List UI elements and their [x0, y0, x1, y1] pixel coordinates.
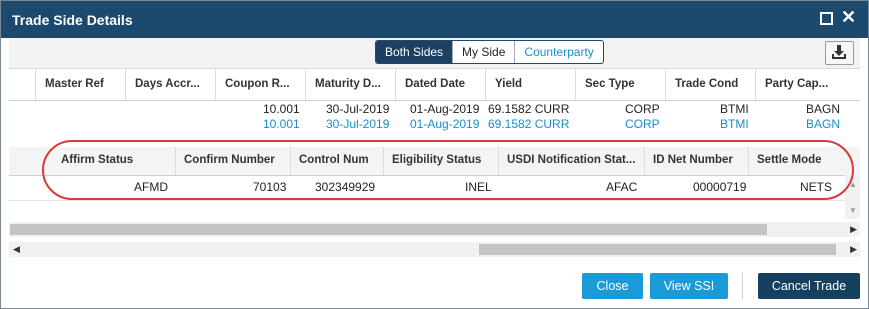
eligibility-status-value: INEL	[465, 180, 492, 194]
col-sec-type[interactable]: Sec Type	[575, 69, 665, 100]
scroll-up-icon[interactable]: ▲	[849, 180, 857, 189]
trade-side-details-window: Trade Side Details ✕ Both Sides My Side …	[0, 0, 869, 309]
close-icon[interactable]: ✕	[841, 8, 856, 26]
trade-grid-header: Master Ref Days Accr... Coupon R... Matu…	[9, 69, 860, 101]
yield-value: 69.1582 CURR	[488, 102, 570, 116]
trade-cond-value: BTMI	[720, 102, 749, 116]
close-button[interactable]: Close	[582, 273, 643, 299]
id-net-number-value: 00000719	[693, 180, 747, 194]
maturity-date-value: 30-Jul-2019	[326, 117, 390, 131]
confirm-number-value: 70103	[253, 180, 287, 194]
title-bar: Trade Side Details ✕	[1, 1, 868, 38]
coupon-rate-value: 10.001	[263, 102, 300, 116]
scroll-left-icon[interactable]: ◀	[13, 244, 20, 255]
usdi-notification-value: AFAC	[606, 180, 638, 194]
col-control-num[interactable]: Control Num	[290, 147, 383, 175]
affirm-status-value: AFMD	[134, 180, 168, 194]
col-eligibility-status[interactable]: Eligibility Status	[383, 147, 498, 175]
col-settle-mode[interactable]: Settle Mode	[748, 147, 838, 175]
view-ssi-button[interactable]: View SSI	[650, 273, 728, 299]
maturity-date-value: 30-Jul-2019	[326, 102, 390, 116]
tab-counterparty[interactable]: Counterparty	[515, 41, 602, 63]
cancel-trade-button[interactable]: Cancel Trade	[758, 273, 860, 299]
button-divider	[742, 273, 743, 299]
control-num-value: 302349929	[315, 180, 376, 194]
settle-mode-value: NETS	[800, 180, 833, 194]
vertical-scrollbar[interactable]: ▲ ▼	[845, 175, 860, 219]
col-trade-cond[interactable]: Trade Cond	[665, 69, 755, 100]
sec-type-value: CORP	[625, 117, 660, 131]
dated-date-value: 01-Aug-2019	[410, 102, 480, 116]
sec-type-value: CORP	[625, 102, 660, 116]
party-capacity-value: BAGN	[806, 102, 841, 116]
download-button[interactable]	[825, 41, 854, 65]
scroll-down-icon[interactable]: ▼	[849, 206, 857, 215]
scrollbar-thumb[interactable]	[479, 244, 836, 255]
col-coupon-rate[interactable]: Coupon R...	[215, 69, 305, 100]
status-grid-header: Affirm Status Confirm Number Control Num…	[9, 147, 860, 176]
toolbar: Both Sides My Side Counterparty	[9, 38, 860, 69]
col-days-accrued[interactable]: Days Accr...	[125, 69, 215, 100]
tab-my-side[interactable]: My Side	[453, 41, 516, 63]
coupon-rate-value: 10.001	[263, 117, 300, 131]
horizontal-scrollbar-top[interactable]: ▶	[9, 222, 860, 237]
horizontal-scrollbar-bottom[interactable]: ◀ ▶	[9, 242, 860, 257]
table-row[interactable]: AFMD 70103 302349929 INEL AFAC 00000719 …	[9, 175, 845, 201]
scroll-right-icon[interactable]: ▶	[850, 224, 857, 235]
window-title: Trade Side Details	[12, 12, 133, 28]
trade-cond-value: BTMI	[720, 117, 749, 131]
col-party-capacity[interactable]: Party Cap...	[755, 69, 845, 100]
download-icon	[832, 45, 846, 59]
col-yield[interactable]: Yield	[485, 69, 575, 100]
scroll-right-icon[interactable]: ▶	[850, 244, 857, 255]
yield-value: 69.1582 CURR	[488, 117, 570, 131]
col-id-net-number[interactable]: ID Net Number	[644, 147, 748, 175]
col-affirm-status[interactable]: Affirm Status	[53, 147, 175, 175]
col-confirm-number[interactable]: Confirm Number	[175, 147, 290, 175]
scrollbar-thumb[interactable]	[10, 224, 767, 235]
col-master-ref[interactable]: Master Ref	[35, 69, 125, 100]
party-capacity-value: BAGN	[806, 117, 841, 131]
side-filter-tabs: Both Sides My Side Counterparty	[375, 40, 604, 64]
tab-both-sides[interactable]: Both Sides	[376, 41, 454, 63]
maximize-icon[interactable]	[819, 11, 833, 25]
col-maturity-date[interactable]: Maturity D...	[305, 69, 395, 100]
col-dated-date[interactable]: Dated Date	[395, 69, 485, 100]
col-usdi-notification-status[interactable]: USDI Notification Stat...	[498, 147, 644, 175]
dated-date-value: 01-Aug-2019	[410, 117, 480, 131]
